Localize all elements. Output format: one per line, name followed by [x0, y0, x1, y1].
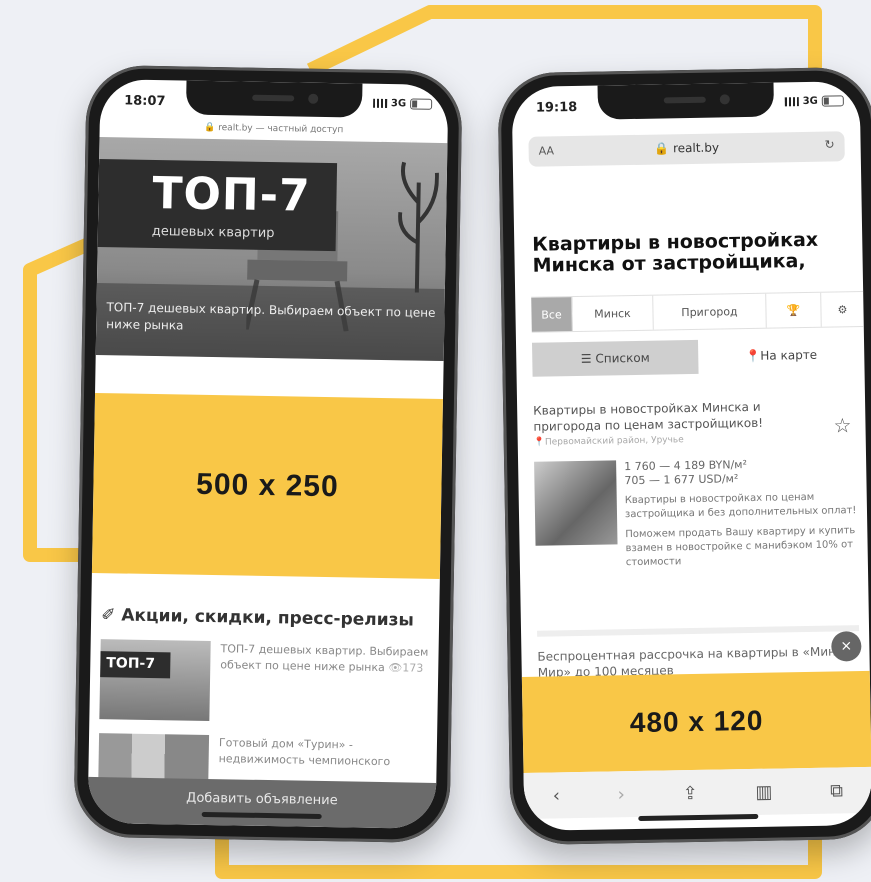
hero-headline: ТОП-7	[152, 167, 312, 222]
filter-tabs: Все Минск Пригород 🏆 ⚙	[531, 290, 864, 333]
views-count: 👁173	[388, 661, 424, 675]
view-map-button[interactable]: 📍 На карте	[698, 337, 865, 374]
news-text: ТОП-7 дешевых квартир. Выбираем объект п…	[219, 641, 432, 725]
battery-icon	[821, 95, 844, 107]
signal-icon	[784, 97, 799, 107]
tab-minsk[interactable]: Минск	[572, 295, 654, 332]
news-thumb-label: ТОП-7	[100, 651, 171, 679]
signal-indicator: 3G	[372, 98, 433, 110]
phone-left-screen: 18:07 3G 🔒 realt.by — частный доступ ТОП…	[87, 79, 449, 829]
lock-icon: 🔒	[654, 141, 670, 156]
hero-title-block: ТОП-7 дешевых квартир	[97, 159, 338, 252]
map-pin-icon: 📍	[533, 437, 546, 448]
listing-image	[534, 460, 618, 546]
view-switch: ☰ Списком 📍 На карте	[531, 337, 865, 377]
view-list-button[interactable]: ☰ Списком	[531, 339, 699, 377]
listing-desc-1: Квартиры в новостройках по ценам застрой…	[624, 491, 857, 521]
phone-right: 19:18 3G AA 🔒 realt.by ↻ Квартиры в ново…	[497, 66, 871, 846]
home-indicator	[638, 813, 759, 821]
hero-caption: ТОП-7 дешевых квартир. Выбираем объект п…	[95, 282, 445, 362]
back-icon[interactable]: ‹	[553, 785, 561, 806]
favorite-star-icon[interactable]: ☆	[833, 413, 851, 437]
hero-subheadline: дешевых квартир	[151, 223, 275, 242]
tab-suburbs[interactable]: Пригород	[653, 293, 767, 330]
section-title: ✐ Акции, скидки, пресс-релизы	[101, 605, 414, 630]
listing-desc-2: Поможем продать Вашу квартиру и купить в…	[625, 525, 856, 569]
list-icon: ☰	[580, 351, 592, 366]
url-suffix: — частный доступ	[255, 123, 344, 136]
url-host: 🔒 realt.by	[654, 140, 720, 156]
price-usd: 705 — 1 677 USD/м²	[624, 472, 739, 488]
tabs-icon[interactable]: ⧉	[830, 780, 843, 801]
pen-icon: ✐	[100, 605, 116, 626]
listing-info: 1 760 — 4 189 BYN/м² 705 — 1 677 USD/м² …	[624, 456, 858, 570]
listing-body: 1 760 — 4 189 BYN/м² 705 — 1 677 USD/м² …	[534, 456, 858, 572]
ad-placeholder-500x250[interactable]: 500 x 250	[91, 392, 443, 580]
phone-right-screen: 19:18 3G AA 🔒 realt.by ↻ Квартиры в ново…	[511, 81, 871, 831]
signal-icon	[372, 98, 388, 109]
plant-image	[398, 161, 439, 293]
eye-icon: 👁	[388, 661, 403, 675]
status-time: 18:07	[124, 93, 166, 110]
news-title: Готовый дом «Турин» - недвижимость чемпи…	[218, 736, 391, 769]
listing-title: Квартиры в новостройках Минска и пригоро…	[533, 399, 764, 434]
page-title: Квартиры в новостройках Минска от застро…	[532, 228, 819, 277]
listing-location: 📍Первомайский район, Уручье	[533, 435, 684, 448]
url-host: realt.by	[218, 123, 253, 134]
bookmarks-icon[interactable]: ▥	[755, 781, 772, 802]
list-item[interactable]: ТОП-7 ТОП-7 дешевых квартир. Выбираем об…	[99, 639, 432, 725]
reload-icon[interactable]: ↻	[824, 137, 834, 151]
tab-all[interactable]: Все	[531, 297, 573, 332]
notch	[185, 80, 363, 118]
phone-left: 18:07 3G 🔒 realt.by — частный доступ ТОП…	[73, 64, 463, 844]
add-listing-button[interactable]: Добавить объявление	[87, 776, 437, 829]
filter-settings-icon[interactable]: ⚙	[821, 292, 864, 327]
forward-icon[interactable]: ›	[617, 784, 625, 805]
trophy-icon[interactable]: 🏆	[766, 292, 822, 328]
lock-icon: 🔒	[204, 122, 216, 134]
ad-placeholder-480x120[interactable]: 480 x 120	[521, 670, 871, 773]
address-bar[interactable]: AA 🔒 realt.by ↻	[528, 131, 845, 167]
share-icon[interactable]: ⇪	[682, 782, 697, 803]
news-thumbnail: ТОП-7	[99, 639, 211, 722]
safari-toolbar: ‹ › ⇪ ▥ ⧉	[523, 766, 871, 819]
network-type: 3G	[802, 95, 818, 108]
listing-card[interactable]: Квартиры в новостройках Минска и пригоро…	[533, 397, 858, 572]
battery-icon	[410, 98, 433, 110]
map-pin-icon: 📍	[745, 348, 761, 364]
section-title-text: Акции, скидки, пресс-релизы	[121, 605, 415, 631]
status-time: 19:18	[535, 99, 578, 116]
hero-banner[interactable]: ТОП-7 дешевых квартир ТОП-7 дешевых квар…	[95, 137, 448, 362]
notch	[597, 82, 775, 120]
signal-indicator: 3G	[784, 95, 844, 108]
network-type: 3G	[390, 98, 407, 110]
